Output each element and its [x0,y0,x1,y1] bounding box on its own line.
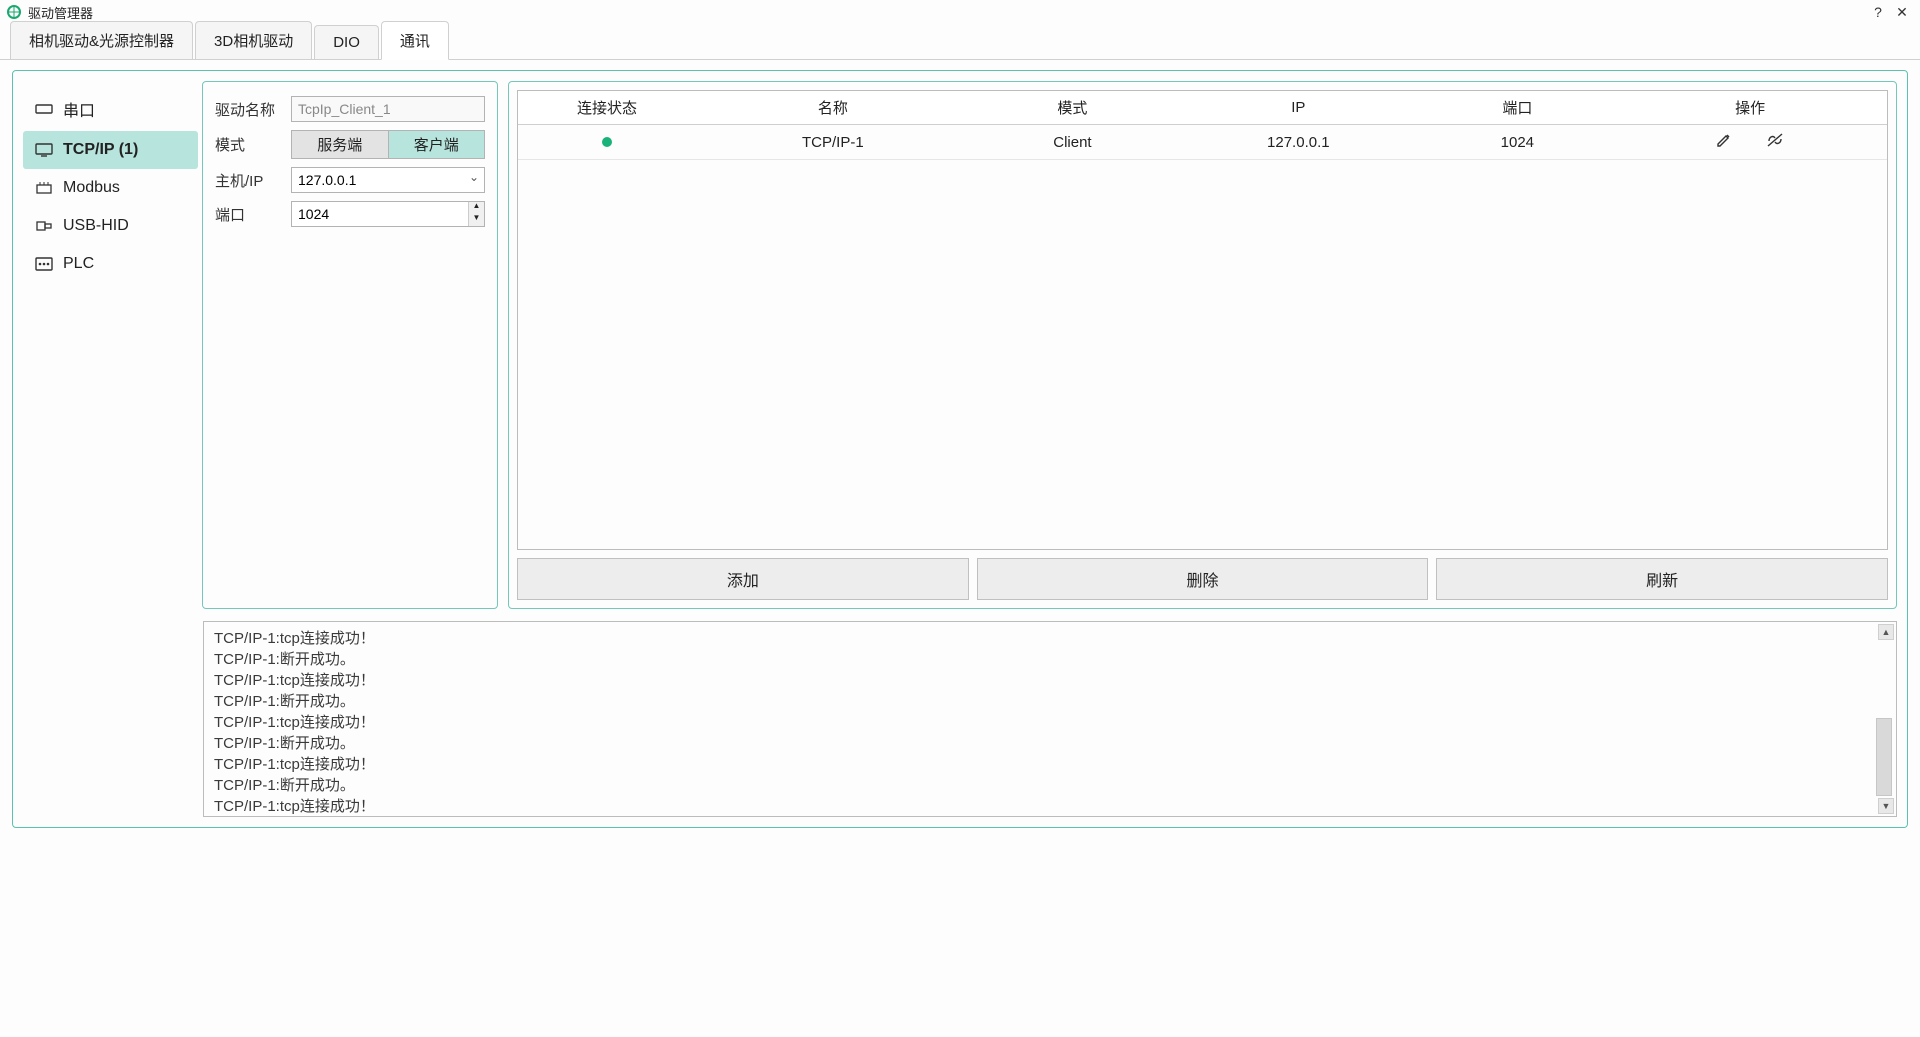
log-line: TCP/IP-1:tcp连接成功！ [214,754,1886,775]
driver-name-input[interactable] [291,96,485,122]
log-scrollbar[interactable]: ▲ ▼ [1878,624,1894,814]
help-button[interactable]: ? [1866,4,1890,20]
tab-camera-light[interactable]: 相机驱动&光源控制器 [10,21,193,59]
sidebar-item-label: TCP/IP (1) [63,141,138,159]
th-action: 操作 [1613,91,1887,125]
log-panel[interactable]: TCP/IP-1:tcp连接成功！ TCP/IP-1:断开成功。 TCP/IP-… [203,621,1897,817]
log-line: TCP/IP-1:tcp连接成功！ [214,628,1886,649]
disconnect-icon[interactable] [1765,131,1785,153]
connection-table-wrap: 连接状态 名称 模式 IP 端口 操作 TCP/IP-1 Client [517,90,1888,550]
th-status: 连接状态 [518,91,696,125]
port-step-down[interactable]: ▼ [469,214,484,226]
mode-client-button[interactable]: 客户端 [388,131,485,158]
host-combo[interactable] [291,167,485,193]
scroll-up-icon[interactable]: ▲ [1878,624,1894,640]
log-line: TCP/IP-1:tcp连接成功！ [214,796,1886,817]
sidebar-item-label: PLC [63,255,94,273]
form-panel: 驱动名称 模式 服务端 客户端 主机/IP 端口 [202,81,498,609]
log-line: TCP/IP-1:断开成功。 [214,691,1886,712]
content-frame: 串口 TCP/IP (1) Modbus USB-HID PLC 驱动名称 [12,70,1908,828]
refresh-button[interactable]: 刷新 [1436,558,1888,600]
table-header-row: 连接状态 名称 模式 IP 端口 操作 [518,91,1887,125]
scroll-thumb[interactable] [1876,718,1892,796]
edit-icon[interactable] [1715,131,1733,153]
mode-label: 模式 [215,134,291,155]
add-button[interactable]: 添加 [517,558,969,600]
log-line: TCP/IP-1:tcp连接成功！ [214,670,1886,691]
cell-ip: 127.0.0.1 [1175,125,1421,160]
sidebar-item-plc[interactable]: PLC [23,245,198,283]
tab-comm[interactable]: 通讯 [381,21,449,60]
cell-port: 1024 [1422,125,1614,160]
sidebar-item-usbhid[interactable]: USB-HID [23,207,198,245]
port-spinner[interactable] [291,201,485,227]
sidebar-item-label: USB-HID [63,217,129,235]
th-name: 名称 [696,91,970,125]
serial-icon [35,102,53,116]
cell-name: TCP/IP-1 [696,125,970,160]
top-row: 串口 TCP/IP (1) Modbus USB-HID PLC 驱动名称 [23,81,1897,609]
tab-dio[interactable]: DIO [314,25,379,59]
usb-icon [35,219,53,233]
sidebar-item-label: Modbus [63,179,120,197]
sidebar-item-modbus[interactable]: Modbus [23,169,198,207]
sidebar-item-label: 串口 [63,97,95,121]
port-label: 端口 [215,204,291,225]
table-row[interactable]: TCP/IP-1 Client 127.0.0.1 1024 [518,125,1887,160]
sidebar-item-tcpip[interactable]: TCP/IP (1) [23,131,198,169]
th-ip: IP [1175,91,1421,125]
sidebar-item-serial[interactable]: 串口 [23,87,198,131]
host-label: 主机/IP [215,170,291,191]
cell-action [1613,125,1887,160]
monitor-icon [35,143,53,157]
connection-table: 连接状态 名称 模式 IP 端口 操作 TCP/IP-1 Client [518,91,1887,160]
tab-3d-camera[interactable]: 3D相机驱动 [195,21,312,59]
cell-status [518,125,696,160]
close-button[interactable]: ✕ [1890,4,1914,21]
log-line: TCP/IP-1:断开成功。 [214,733,1886,754]
delete-button[interactable]: 删除 [977,558,1429,600]
driver-name-label: 驱动名称 [215,99,291,120]
mode-toggle: 服务端 客户端 [291,130,485,159]
th-port: 端口 [1422,91,1614,125]
modbus-icon [35,181,53,195]
mode-server-button[interactable]: 服务端 [292,131,388,158]
tab-bar: 相机驱动&光源控制器 3D相机驱动 DIO 通讯 [0,24,1920,60]
log-line: TCP/IP-1:断开成功。 [214,649,1886,670]
status-dot-icon [602,137,612,147]
plc-icon [35,257,53,271]
app-icon [6,4,22,20]
button-row: 添加 删除 刷新 [517,558,1888,600]
sidebar: 串口 TCP/IP (1) Modbus USB-HID PLC [23,81,198,609]
table-panel: 连接状态 名称 模式 IP 端口 操作 TCP/IP-1 Client [508,81,1897,609]
scroll-down-icon[interactable]: ▼ [1878,798,1894,814]
log-line: TCP/IP-1:tcp连接成功！ [214,712,1886,733]
th-mode: 模式 [970,91,1175,125]
window-title: 驱动管理器 [28,3,93,22]
cell-mode: Client [970,125,1175,160]
log-line: TCP/IP-1:断开成功。 [214,775,1886,796]
